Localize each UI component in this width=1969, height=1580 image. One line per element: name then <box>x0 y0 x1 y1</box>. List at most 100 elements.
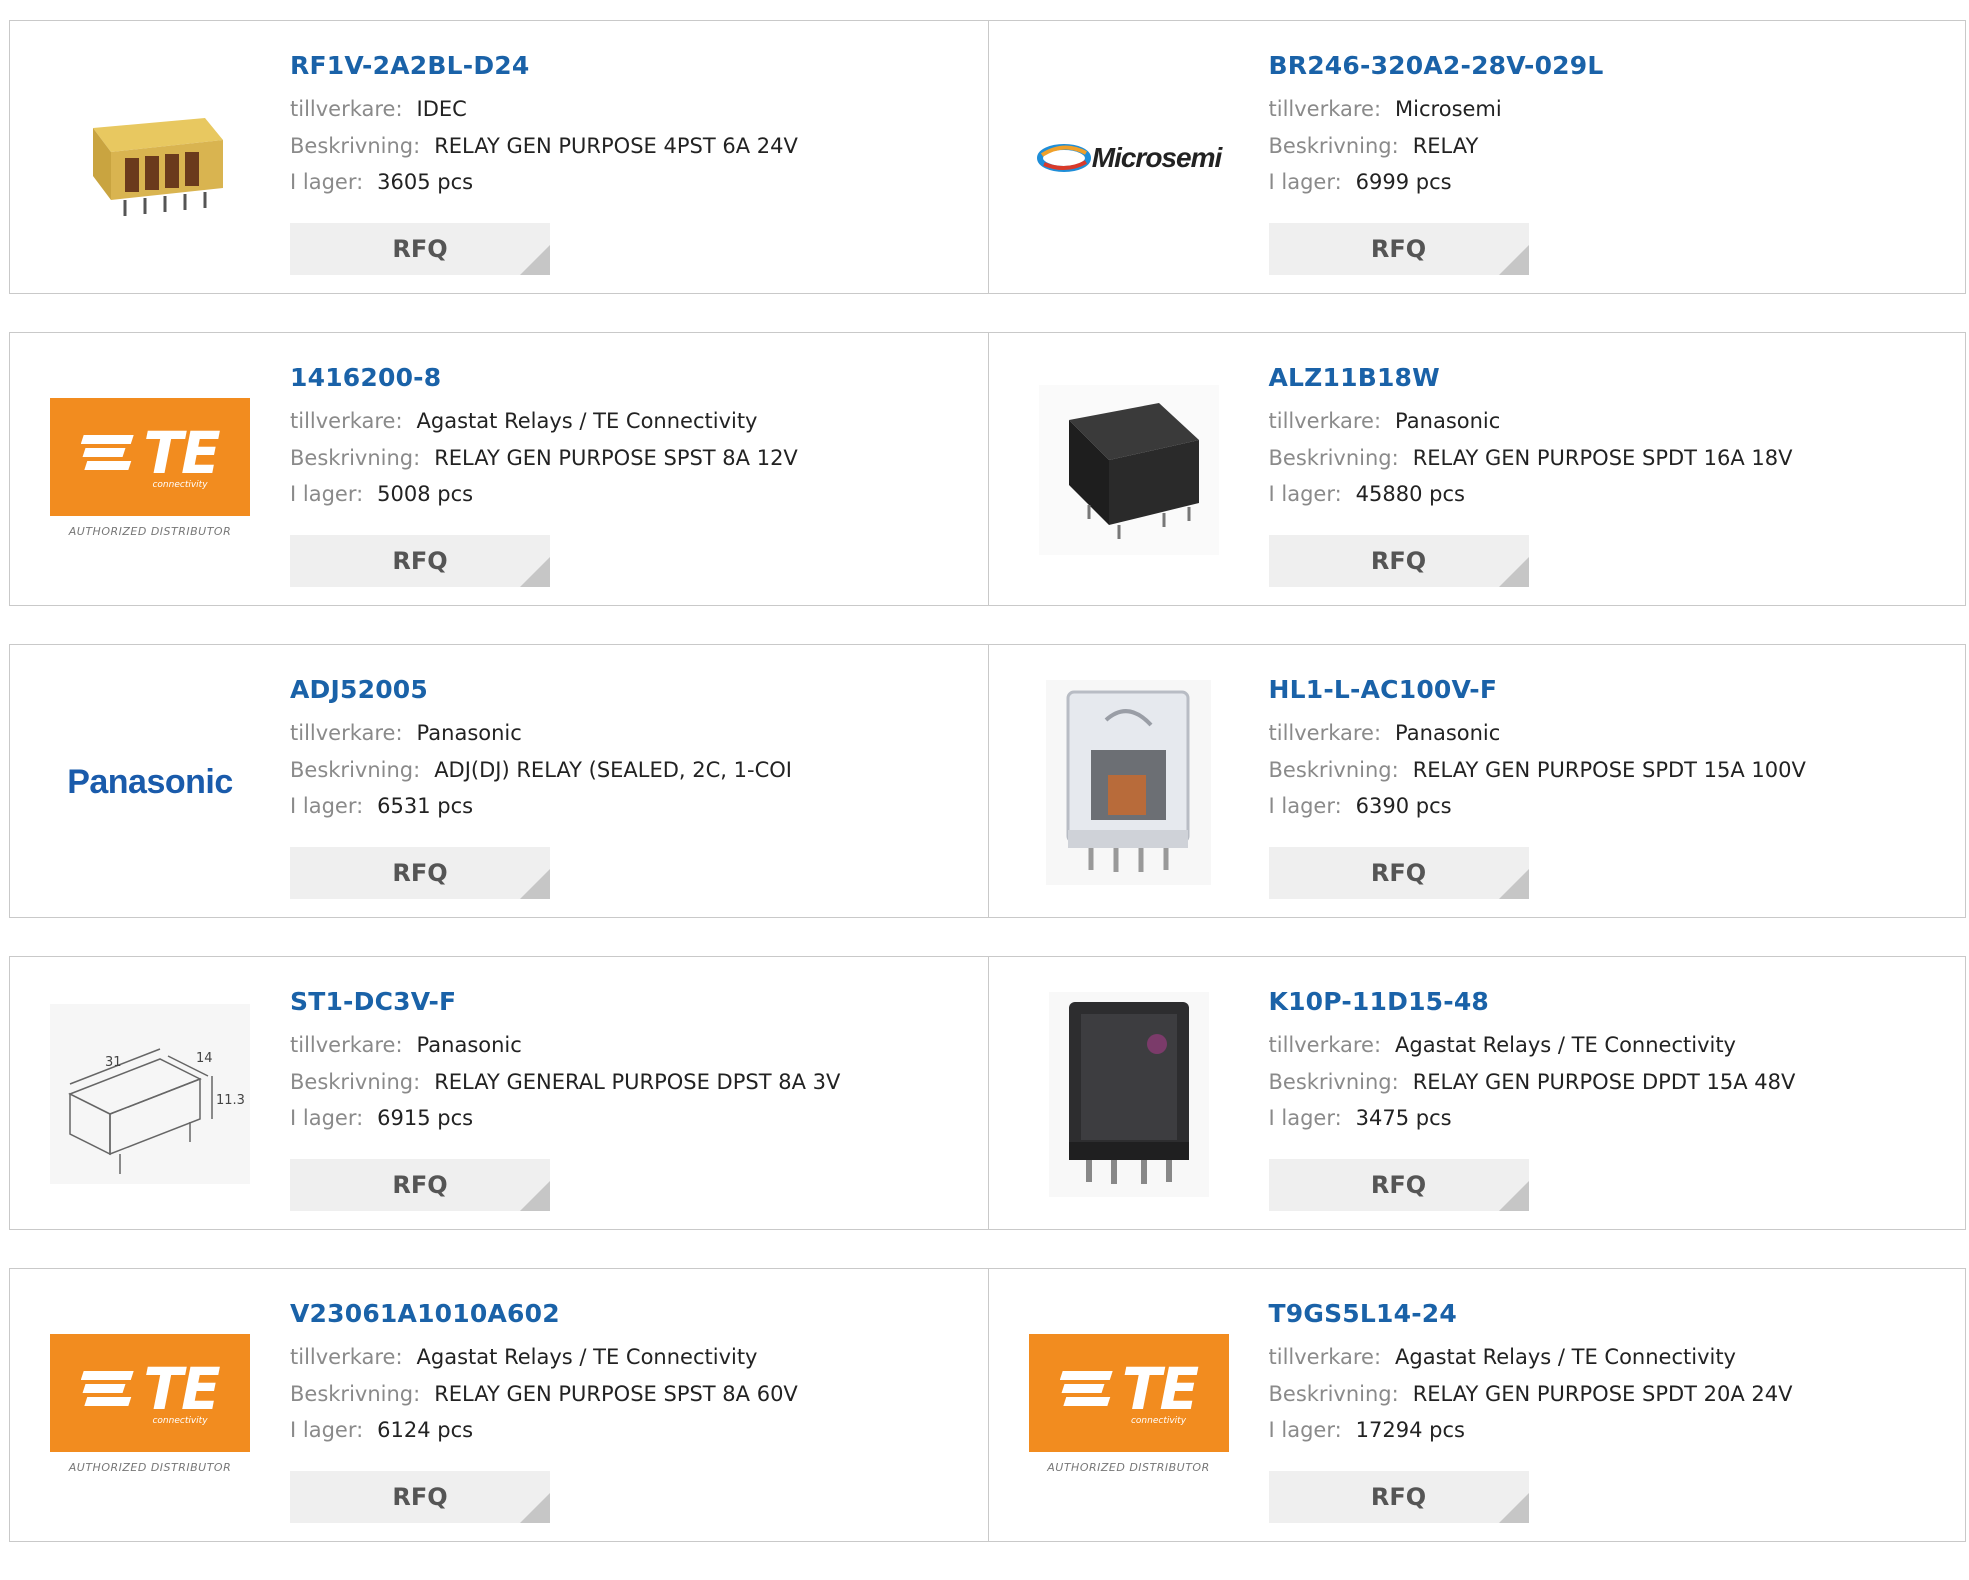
te-stripes-icon <box>81 1370 135 1406</box>
product-image[interactable]: TE connectivity AUTHORIZED DISTRIBUTOR <box>50 375 250 565</box>
product-image[interactable]: 31 14 11.3 <box>50 999 250 1189</box>
stock-label: I lager: <box>1268 1106 1342 1130</box>
manufacturer-value: Panasonic <box>1395 721 1501 745</box>
product-info: T9GS5L14-24 tillverkare: Agastat Relays /… <box>1269 1297 1793 1449</box>
rfq-button[interactable]: RFQ <box>290 223 550 275</box>
rfq-button[interactable]: RFQ <box>290 847 550 899</box>
product-image[interactable]: Microsemi <box>1029 63 1229 253</box>
part-number-link[interactable]: ALZ11B18W <box>1269 361 1793 395</box>
stock-value: 5008 pcs <box>377 482 474 506</box>
product-info: ALZ11B18W tillverkare: Panasonic Beskrivn… <box>1269 361 1793 513</box>
manufacturer-value: Panasonic <box>416 1033 522 1057</box>
rfq-button[interactable]: RFQ <box>1268 1159 1529 1211</box>
description-line: Beskrivning: RELAY GENERAL PURPOSE DPST 8… <box>290 1064 840 1101</box>
description-value: RELAY GEN PURPOSE SPST 8A 12V <box>434 445 798 470</box>
te-connectivity-logo: TE connectivity AUTHORIZED DISTRIBUTOR <box>50 1333 250 1479</box>
rfq-button[interactable]: RFQ <box>1268 1471 1529 1523</box>
manufacturer-label: tillverkare: <box>1268 97 1382 121</box>
product-row: RF1V-2A2BL-D24 tillverkare: IDEC Beskrivn… <box>9 20 1966 294</box>
manufacturer-line: tillverkare: Agastat Relays / TE Connecti… <box>290 403 798 440</box>
relay-clear-image <box>1046 679 1211 885</box>
description-label: Beskrivning: <box>290 757 421 782</box>
part-number-link[interactable]: RF1V-2A2BL-D24 <box>290 49 798 83</box>
product-image[interactable]: TE connectivity AUTHORIZED DISTRIBUTOR <box>1028 1311 1229 1501</box>
product-row: TE connectivity AUTHORIZED DISTRIBUTOR V… <box>9 1268 1966 1542</box>
product-image[interactable] <box>1029 991 1229 1197</box>
description-value: RELAY GEN PURPOSE DPDT 15A 48V <box>1412 1069 1796 1094</box>
description-label: Beskrivning: <box>290 133 421 158</box>
rfq-button[interactable]: RFQ <box>1268 847 1529 899</box>
product-row: Panasonic ADJ52005 tillverkare: Panasonic… <box>9 644 1966 918</box>
stock-line: I lager: 6124 pcs <box>290 1412 798 1449</box>
manufacturer-label: tillverkare: <box>1268 721 1382 745</box>
part-number-link[interactable]: HL1-L-AC100V-F <box>1269 673 1806 707</box>
product-image[interactable] <box>1029 679 1229 885</box>
manufacturer-label: tillverkare: <box>1268 1345 1382 1369</box>
rfq-button-label: RFQ <box>392 235 448 263</box>
rfq-button[interactable]: RFQ <box>1268 223 1529 275</box>
part-number-link[interactable]: K10P-11D15-48 <box>1269 985 1796 1019</box>
rfq-button[interactable]: RFQ <box>290 1471 550 1523</box>
product-info: ST1-DC3V-F tillverkare: Panasonic Beskriv… <box>290 985 840 1137</box>
rfq-button[interactable]: RFQ <box>290 535 550 587</box>
manufacturer-value: Agastat Relays / TE Connectivity <box>416 409 758 433</box>
product-image[interactable]: TE connectivity AUTHORIZED DISTRIBUTOR <box>50 1311 250 1501</box>
product-info: RF1V-2A2BL-D24 tillverkare: IDEC Beskrivn… <box>290 49 798 201</box>
description-line: Beskrivning: RELAY <box>1269 128 1604 165</box>
product-image[interactable]: Panasonic <box>50 687 250 877</box>
description-label: Beskrivning: <box>1268 757 1399 782</box>
rfq-button-label: RFQ <box>1370 235 1427 263</box>
part-number-link[interactable]: ADJ52005 <box>290 673 792 707</box>
rfq-button[interactable]: RFQ <box>290 1159 550 1211</box>
part-number-link[interactable]: BR246-320A2-28V-029L <box>1269 49 1604 83</box>
description-label: Beskrivning: <box>290 1381 421 1406</box>
product-row: TE connectivity AUTHORIZED DISTRIBUTOR 1… <box>9 332 1966 606</box>
product-info: BR246-320A2-28V-029L tillverkare: Microse… <box>1269 49 1604 201</box>
manufacturer-label: tillverkare: <box>290 409 403 433</box>
rfq-button-label: RFQ <box>392 547 448 575</box>
stock-label: I lager: <box>290 1106 364 1130</box>
part-number-link[interactable]: 1416200-8 <box>290 361 798 395</box>
te-stripes-icon <box>1059 1370 1113 1406</box>
description-line: Beskrivning: RELAY GEN PURPOSE SPST 8A 12… <box>290 440 798 477</box>
stock-value: 6124 pcs <box>377 1418 474 1442</box>
stock-value: 45880 pcs <box>1355 482 1465 506</box>
relay-black-image <box>1038 385 1219 555</box>
stock-value: 6999 pcs <box>1355 170 1452 194</box>
manufacturer-line: tillverkare: Agastat Relays / TE Connecti… <box>290 1339 798 1376</box>
part-number-link[interactable]: V23061A1010A602 <box>290 1297 798 1331</box>
te-connectivity-logo: TE connectivity AUTHORIZED DISTRIBUTOR <box>1028 1333 1229 1479</box>
description-value: RELAY GEN PURPOSE SPDT 15A 100V <box>1412 757 1806 782</box>
stock-label: I lager: <box>1268 170 1342 194</box>
product-card: K10P-11D15-48 tillverkare: Agastat Relays… <box>987 957 1966 1229</box>
product-image[interactable] <box>1029 375 1229 565</box>
product-info: 1416200-8 tillverkare: Agastat Relays / T… <box>290 361 798 513</box>
manufacturer-line: tillverkare: Microsemi <box>1269 91 1604 128</box>
description-line: Beskrivning: ADJ(DJ) RELAY (SEALED, 2C, 1… <box>290 752 792 789</box>
manufacturer-value: Microsemi <box>1395 97 1502 121</box>
rfq-button-label: RFQ <box>392 1171 448 1199</box>
microsemi-logo: Microsemi <box>1036 142 1222 174</box>
stock-label: I lager: <box>290 170 364 194</box>
description-line: Beskrivning: RELAY GEN PURPOSE 4PST 6A 24… <box>290 128 798 165</box>
part-number-link[interactable]: ST1-DC3V-F <box>290 985 840 1019</box>
rfq-button[interactable]: RFQ <box>1268 535 1529 587</box>
stock-value: 3475 pcs <box>1355 1106 1452 1130</box>
te-stripes-icon <box>81 434 135 470</box>
description-line: Beskrivning: RELAY GEN PURPOSE SPST 8A 60… <box>290 1376 798 1413</box>
part-number-link[interactable]: T9GS5L14-24 <box>1269 1297 1793 1331</box>
product-card: RF1V-2A2BL-D24 tillverkare: IDEC Beskrivn… <box>10 21 988 293</box>
description-value: RELAY GEN PURPOSE SPDT 20A 24V <box>1412 1381 1793 1406</box>
product-image[interactable] <box>50 63 250 253</box>
panasonic-logo: Panasonic <box>67 762 233 801</box>
product-info: K10P-11D15-48 tillverkare: Agastat Relays… <box>1269 985 1796 1137</box>
manufacturer-label: tillverkare: <box>1268 1033 1382 1057</box>
manufacturer-value: Agastat Relays / TE Connectivity <box>416 1345 758 1369</box>
stock-label: I lager: <box>1268 794 1342 818</box>
rfq-button-label: RFQ <box>1370 1483 1427 1511</box>
product-card: HL1-L-AC100V-F tillverkare: Panasonic Bes… <box>987 645 1966 917</box>
description-value: RELAY GEN PURPOSE SPDT 16A 18V <box>1412 445 1793 470</box>
stock-line: I lager: 3605 pcs <box>290 164 798 201</box>
description-value: ADJ(DJ) RELAY (SEALED, 2C, 1-COI <box>434 757 792 782</box>
te-connectivity-logo: TE connectivity AUTHORIZED DISTRIBUTOR <box>50 397 250 543</box>
